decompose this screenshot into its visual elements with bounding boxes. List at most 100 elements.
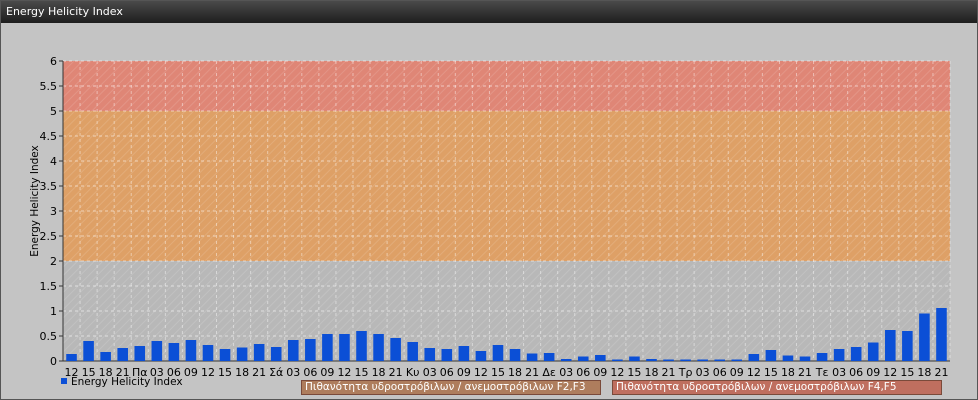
x-tick-label: 03 <box>832 366 846 379</box>
legend-band-f4-f5: Πιθανότητα υδροστρόβιλων / ανεμοστρόβιλω… <box>612 380 942 395</box>
x-tick-label: 15 <box>900 366 914 379</box>
bar <box>697 359 708 361</box>
bar <box>731 359 743 361</box>
bar <box>646 359 657 361</box>
bar <box>305 339 316 361</box>
x-tick-label: Σά <box>269 366 283 379</box>
bar <box>475 351 487 361</box>
bar <box>629 356 640 361</box>
y-tick-label: 6 <box>50 55 57 68</box>
bar <box>765 350 777 361</box>
bar <box>885 330 896 361</box>
y-tick-label: 2 <box>50 255 57 268</box>
x-tick-label: 15 <box>764 366 778 379</box>
bar <box>612 359 623 361</box>
bar <box>560 359 572 361</box>
x-tick-label: 06 <box>440 366 454 379</box>
x-tick-label: 12 <box>201 366 215 379</box>
bar <box>373 334 384 361</box>
bar <box>66 354 77 361</box>
y-tick-label: 2.5 <box>40 230 58 243</box>
bar <box>185 340 197 361</box>
x-tick-label: 09 <box>730 366 744 379</box>
title-bar: Energy Helicity Index <box>1 1 977 23</box>
y-tick-label: 3.5 <box>40 180 58 193</box>
x-tick-label: 12 <box>474 366 488 379</box>
bar <box>936 308 947 361</box>
y-tick-label: 0.5 <box>40 330 58 343</box>
x-tick-label: 18 <box>508 366 522 379</box>
x-tick-label: 03 <box>423 366 437 379</box>
y-tick-label: 5 <box>50 105 57 118</box>
bar <box>390 338 401 361</box>
x-tick-label: 06 <box>849 366 863 379</box>
x-tick-label: 03 <box>286 366 300 379</box>
x-tick-label: 09 <box>184 366 198 379</box>
x-tick-label: 09 <box>457 366 471 379</box>
legend-series-label: Energy Helicity Index <box>71 376 183 388</box>
x-tick-label: 21 <box>525 366 539 379</box>
y-tick-label: 4 <box>50 155 57 168</box>
bar <box>287 340 299 361</box>
x-tick-label: 09 <box>866 366 880 379</box>
bar <box>83 341 94 361</box>
y-tick-label: 1.5 <box>40 280 58 293</box>
bar <box>663 359 674 361</box>
x-tick-label: 15 <box>355 366 369 379</box>
y-tick-label: 0 <box>50 355 57 368</box>
x-tick-label: 12 <box>883 366 897 379</box>
y-tick-label: 1 <box>50 305 57 318</box>
bar <box>714 359 726 361</box>
bar <box>748 354 760 361</box>
bar <box>919 313 930 361</box>
bar <box>168 343 180 361</box>
x-tick-label: 12 <box>337 366 351 379</box>
x-tick-label: 21 <box>389 366 403 379</box>
bar <box>134 346 146 361</box>
bar <box>833 349 845 361</box>
bar <box>270 347 282 361</box>
bar <box>816 353 828 361</box>
x-tick-label: 12 <box>610 366 624 379</box>
x-tick-label: 03 <box>559 366 573 379</box>
bar <box>850 347 862 361</box>
bar <box>424 348 436 361</box>
bar <box>595 355 606 361</box>
bar <box>236 347 248 361</box>
x-tick-label: 21 <box>798 366 812 379</box>
x-tick-label: 09 <box>593 366 607 379</box>
bar <box>509 349 521 361</box>
bar <box>117 348 128 361</box>
bar <box>356 331 367 361</box>
y-axis-label: Energy Helicity Index <box>29 145 41 257</box>
bar <box>100 352 111 361</box>
x-tick-label: 21 <box>252 366 266 379</box>
x-tick-label: 15 <box>627 366 641 379</box>
bar <box>458 346 470 361</box>
x-tick-label: 18 <box>235 366 249 379</box>
bar <box>407 342 418 361</box>
x-tick-label: 21 <box>934 366 948 379</box>
x-tick-label: 18 <box>917 366 931 379</box>
ehi-chart: 0 0.5 1 1.5 2 2.5 3 3.5 4 4.5 5 5.5 6 Energy Helicity… <box>29 55 951 379</box>
x-tick-label: 06 <box>576 366 590 379</box>
bar <box>339 334 350 361</box>
bar <box>799 356 811 361</box>
bar <box>492 345 504 361</box>
bar <box>526 353 538 361</box>
x-tick-label: 06 <box>303 366 317 379</box>
y-tick-label: 3 <box>50 205 57 218</box>
bar <box>577 356 589 361</box>
legend-band-f2-f3: Πιθανότητα υδροστρόβιλων / ανεμοστρόβιλω… <box>301 380 601 395</box>
bar <box>219 349 231 361</box>
x-tick-label: 15 <box>218 366 232 379</box>
x-tick-label: 06 <box>713 366 727 379</box>
x-tick-label: 18 <box>372 366 386 379</box>
x-tick-label: 15 <box>491 366 505 379</box>
bar <box>322 334 333 361</box>
x-tick-label: 18 <box>644 366 658 379</box>
x-tick-label: Τε <box>815 366 829 379</box>
legend-series: Energy Helicity Index <box>61 376 183 388</box>
bar <box>202 345 214 361</box>
legend-series-swatch <box>61 378 67 384</box>
